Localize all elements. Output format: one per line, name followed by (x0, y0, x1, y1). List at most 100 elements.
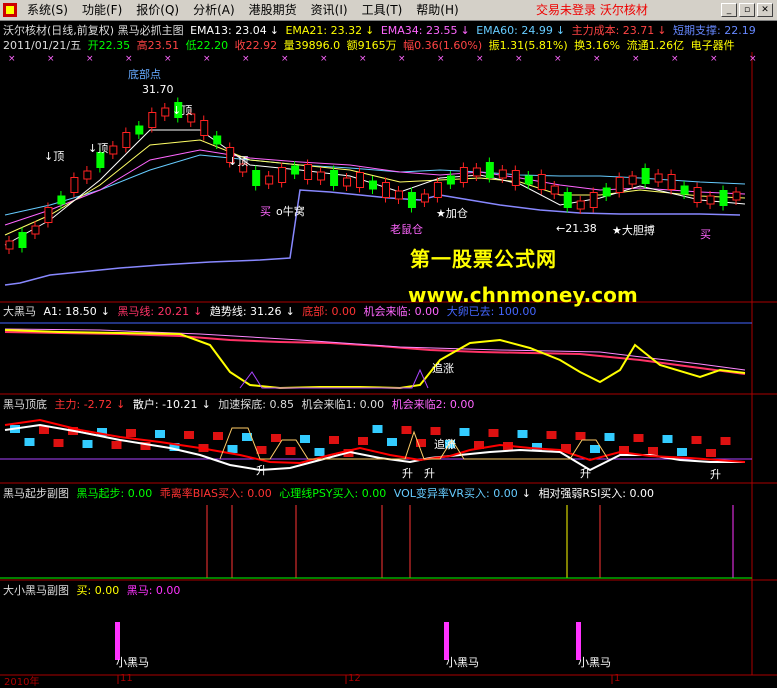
bottom-value: 底部: 0.00 (302, 305, 356, 318)
candle-body (576, 200, 585, 210)
candle-body (18, 232, 27, 248)
top-bottom-bar (213, 432, 223, 440)
chance1-value: 机会来临1: 0.00 (301, 398, 385, 411)
candle-body (278, 167, 287, 183)
x-marker: × (125, 54, 133, 64)
candle-body (693, 187, 702, 203)
candle-body (641, 168, 650, 184)
candle-body (213, 135, 222, 145)
candle-body (200, 120, 209, 136)
big-egg-value: 大卵已去: 100.00 (446, 305, 537, 318)
candle-body (109, 145, 118, 155)
x-marker: × (320, 54, 328, 64)
heima-line (4, 331, 746, 375)
retail-value: 散户: -10.21 (132, 398, 198, 411)
top-bottom-bar (677, 448, 687, 456)
candle-body (161, 107, 170, 117)
top-label-1: ↓顶 (44, 150, 65, 163)
candle-body (407, 192, 416, 208)
small-heima-value: 黑马: 0.00 (126, 584, 181, 597)
x-marker: × (554, 54, 562, 64)
rise-label-2: 升 (402, 467, 413, 480)
candle-body (485, 162, 494, 178)
top-bottom-bar (314, 448, 325, 456)
add-position-label: ★加仓 (436, 207, 468, 220)
x-marker: × (515, 54, 523, 64)
ox-pot-label: o牛窝 (276, 205, 305, 218)
x-marker: × (398, 54, 406, 64)
top-bottom-bar (430, 427, 441, 435)
top-bottom-bar (575, 432, 586, 440)
candle-body (252, 170, 261, 186)
small-horse-label-1: 小黑马 (116, 656, 149, 669)
buy-label-1: 买 (260, 205, 271, 218)
candle-body (5, 240, 14, 250)
candle-body (381, 182, 390, 198)
candle-body (70, 177, 79, 193)
x-marker: × (203, 54, 211, 64)
top-label-2: ↓顶 (88, 142, 109, 155)
top-bottom-bar (720, 437, 731, 445)
chart-canvas: × × × × × × × × × × × × × × × × × × × × (0, 52, 777, 684)
vr-value: VOL变异率VR买入: 0.00 (393, 487, 518, 500)
top-bottom-bar (227, 445, 238, 453)
x-marker: × (593, 54, 601, 64)
top-bottom-bar (329, 436, 339, 444)
trend-line-value: 趋势线: 31.26 (209, 305, 282, 318)
x-marker: × (476, 54, 484, 64)
axis-label-2010: 2010年 (4, 677, 40, 688)
candle-body (537, 174, 546, 190)
bottom-point-label: 底部点 (128, 68, 161, 81)
small-panel-header: 大小黑马副图 买: 0.00 黑马: 0.00 (3, 584, 184, 598)
rise-label-1: 升 (256, 464, 267, 477)
top-bottom-bar (387, 438, 397, 446)
candle-body (343, 177, 352, 187)
top-bottom-bar (24, 438, 35, 446)
candle-body (524, 175, 533, 185)
top-bottom-bar (271, 434, 281, 442)
candle-body (719, 190, 728, 206)
candle-body (330, 170, 339, 186)
top-bottom-bar (155, 430, 165, 438)
candle-body (498, 169, 507, 179)
top-bottom-bar (590, 445, 600, 453)
candle-body (446, 175, 455, 185)
candle-body (83, 170, 92, 180)
top-bottom-bar (82, 440, 93, 448)
accel-value: 加速探底: 0.85 (218, 398, 294, 411)
candle-body (433, 182, 442, 198)
candle-body (628, 175, 637, 185)
x-marker: × (281, 54, 289, 64)
a1-value: A1: 18.50 (43, 305, 97, 318)
small-horse-label-2: 小黑马 (446, 656, 479, 669)
top-bottom-panel-header: 黑马顶底 主力: -2.72 ↓ 散户: -10.21 ↓ 加速探底: 0.85 机… (3, 398, 475, 411)
candle-body (680, 185, 689, 195)
top-bottom-bar (604, 433, 615, 441)
candle-body (550, 185, 559, 195)
top-bottom-bar (662, 435, 673, 443)
rat-position-label: 老鼠仓 (390, 223, 423, 236)
candle-body (589, 192, 598, 208)
top-bottom-bar (300, 435, 310, 443)
small-panel-name: 大小黑马副图 (3, 584, 69, 597)
x-marker: × (632, 54, 640, 64)
candle-body (356, 172, 365, 188)
x-marker: × (47, 54, 55, 64)
candle-body (420, 193, 429, 203)
rise-label-4: 升 (580, 467, 591, 480)
candle-body (706, 195, 715, 205)
candle-body (31, 225, 40, 235)
heima-panel-name: 大黑马 (3, 305, 36, 318)
chance2-value: 机会来临2: 0.00 (391, 398, 475, 411)
candle-body (563, 192, 572, 208)
heima-panel-header: 大黑马 A1: 18.50 ↓ 黑马线: 20.21 ↓ 趋势线: 31.26 ↓ 底… (3, 305, 537, 318)
top-bottom-bar (488, 429, 499, 437)
watermark-url: www.chnmoney.com (408, 283, 638, 307)
chase-label-2: 追涨 (434, 438, 456, 451)
top-bottom-bar (126, 429, 136, 437)
start-value: 黑马起步: 0.00 (76, 487, 153, 500)
chance-value: 机会来临: 0.00 (363, 305, 440, 318)
top-bottom-bar (459, 428, 470, 436)
psy-value: 心理线PSY买入: 0.00 (279, 487, 387, 500)
small-buy-value: 买: 0.00 (76, 584, 120, 597)
